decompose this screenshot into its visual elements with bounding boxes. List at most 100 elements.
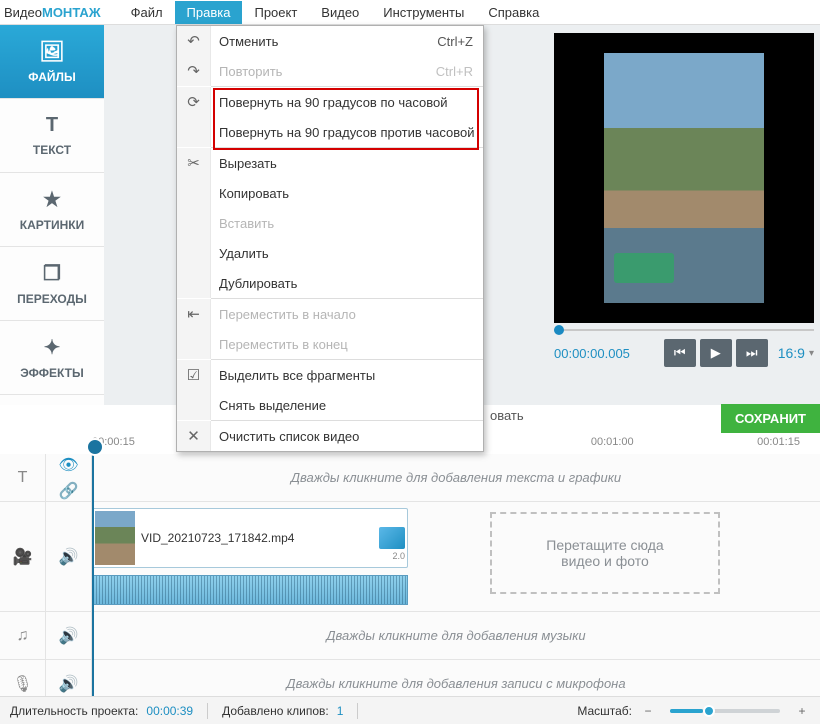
camera-icon: 🎥 <box>13 547 33 567</box>
menu-item-icon: ↷ <box>177 56 211 86</box>
sidebar-transitions[interactable]: ❐ ПЕРЕХОДЫ <box>0 247 104 321</box>
menu-item[interactable]: ✕ Очистить список видео <box>177 421 483 451</box>
next-button[interactable]: ⏭ <box>736 339 768 367</box>
timecode: 00:00:00.005 <box>554 346 630 361</box>
sidebar-effects[interactable]: ✦ ЭФФЕКТЫ <box>0 321 104 395</box>
menubar: ВидеоМОНТАЖ Файл Правка Проект Видео Инс… <box>0 0 820 25</box>
dropzone[interactable]: Перетащите сюда видео и фото <box>490 512 720 594</box>
speaker-icon[interactable]: 🔊 <box>59 626 79 646</box>
speaker-icon[interactable]: 🔊 <box>59 674 79 694</box>
content-area: 🖼 ФАЙЛЫ T ТЕКСТ ★ КАРТИНКИ ❐ ПЕРЕХОДЫ ✦ … <box>0 25 820 405</box>
sidebar-effects-label: ЭФФЕКТЫ <box>20 366 83 380</box>
menu-item-label: Вставить <box>211 216 483 231</box>
text-icon: T <box>46 114 58 137</box>
menu-item-label: Переместить в конец <box>211 337 483 352</box>
sidebar: 🖼 ФАЙЛЫ T ТЕКСТ ★ КАРТИНКИ ❐ ПЕРЕХОДЫ ✦ … <box>0 25 104 405</box>
menu-item-icon: ✂ <box>177 148 211 178</box>
menu-video[interactable]: Видео <box>309 1 371 24</box>
scrub-bar[interactable] <box>554 329 814 331</box>
sidebar-files[interactable]: 🖼 ФАЙЛЫ <box>0 25 104 99</box>
menu-item[interactable]: ⟳ Повернуть на 90 градусов по часовой <box>177 87 483 117</box>
timeline-music-track[interactable]: ♫ 🔊 Дважды кликните для добавления музык… <box>0 612 820 660</box>
wand-icon: ✦ <box>44 335 61 360</box>
aspect-ratio[interactable]: 16:9 <box>778 345 805 361</box>
menu-help[interactable]: Справка <box>476 1 551 24</box>
menu-file[interactable]: Файл <box>119 1 175 24</box>
menu-item-icon: ✕ <box>177 421 211 451</box>
dropzone-line1: Перетащите сюда <box>546 537 663 553</box>
timeline-video-track[interactable]: 🎥 🔊 VID_20210723_171842.mp4 Перетащите с… <box>0 502 820 612</box>
video-preview[interactable] <box>554 33 814 323</box>
menu-item[interactable]: Копировать <box>177 178 483 208</box>
menu-item-label: Удалить <box>211 246 483 261</box>
menu-item-label: Выделить все фрагменты <box>211 368 483 383</box>
menu-item-label: Повернуть на 90 градусов по часовой <box>211 95 483 110</box>
eye-icon[interactable]: 👁 <box>58 455 78 475</box>
menu-item-label: Дублировать <box>211 276 483 291</box>
sidebar-images[interactable]: ★ КАРТИНКИ <box>0 173 104 247</box>
menu-item[interactable]: Удалить <box>177 238 483 268</box>
link-icon[interactable]: 🔗 <box>59 481 79 501</box>
sidebar-text[interactable]: T ТЕКСТ <box>0 99 104 173</box>
dropzone-line2: видео и фото <box>561 553 649 569</box>
save-button[interactable]: СОХРАНИТ <box>721 404 820 433</box>
menu-item: ↷ Повторить Ctrl+R <box>177 56 483 86</box>
duration-value: 00:00:39 <box>146 704 193 718</box>
play-button[interactable]: ▶ <box>700 339 732 367</box>
edit-dropdown: ↶ Отменить Ctrl+Z ↷ Повторить Ctrl+R ⟳ П… <box>176 25 484 452</box>
clip-thumbnail <box>95 511 135 565</box>
player-controls: 00:00:00.005 ⏮ ▶ ⏭ 16:9 ▾ <box>554 339 814 367</box>
menu-project[interactable]: Проект <box>242 1 309 24</box>
ruler-tick: 00:01:15 <box>757 436 800 448</box>
ruler-tick: 00:01:00 <box>591 436 634 448</box>
prev-button[interactable]: ⏮ <box>664 339 696 367</box>
menu-shortcut: Ctrl+Z <box>423 34 483 49</box>
sidebar-files-label: ФАЙЛЫ <box>28 70 75 84</box>
copy-icon: ❐ <box>43 261 61 286</box>
video-clip[interactable]: VID_20210723_171842.mp4 <box>92 508 408 568</box>
menu-item-icon <box>177 329 211 359</box>
sidebar-images-label: КАРТИНКИ <box>20 218 84 232</box>
mic-icon: 🎙 <box>12 674 32 694</box>
menu-item: Переместить в конец <box>177 329 483 359</box>
menu-edit[interactable]: Правка <box>175 1 243 24</box>
menu-item[interactable]: Дублировать <box>177 268 483 298</box>
menu-item[interactable]: Снять выделение <box>177 390 483 420</box>
zoom-out-button[interactable]: − <box>640 704 656 718</box>
menu-item-label: Вырезать <box>211 156 483 171</box>
clip-filename: VID_20210723_171842.mp4 <box>141 531 294 545</box>
playhead[interactable] <box>92 448 94 696</box>
menu-item-label: Очистить список видео <box>211 429 483 444</box>
menu-item-icon <box>177 117 211 147</box>
sidebar-text-label: ТЕКСТ <box>33 143 71 157</box>
transition-icon[interactable] <box>379 527 405 549</box>
audio-waveform[interactable] <box>92 575 408 605</box>
timeline: T 👁🔗 Дважды кликните для добавления текс… <box>0 454 820 696</box>
menu-item[interactable]: Повернуть на 90 градусов против часовой <box>177 117 483 147</box>
text-track-hint: Дважды кликните для добавления текста и … <box>92 454 820 501</box>
menu-item-label: Отменить <box>211 34 423 49</box>
menu-tools[interactable]: Инструменты <box>371 1 476 24</box>
zoom-in-button[interactable]: + <box>794 704 810 718</box>
music-track-hint: Дважды кликните для добавления музыки <box>92 612 820 659</box>
menu-item-label: Копировать <box>211 186 483 201</box>
timeline-text-track[interactable]: T 👁🔗 Дважды кликните для добавления текс… <box>0 454 820 502</box>
menu-item-icon: ☑ <box>177 360 211 390</box>
menu-item[interactable]: ↶ Отменить Ctrl+Z <box>177 26 483 56</box>
zoom-handle[interactable] <box>703 705 715 717</box>
zoom-slider[interactable] <box>670 709 780 713</box>
duration-label: Длительность проекта: <box>10 704 138 718</box>
menu-item-label: Повернуть на 90 градусов против часовой <box>211 125 483 140</box>
menu-item-icon: ⇤ <box>177 299 211 329</box>
speaker-icon[interactable]: 🔊 <box>59 547 79 567</box>
menu-item-label: Переместить в начало <box>211 307 483 322</box>
app-title-b: МОНТАЖ <box>42 5 101 20</box>
app-title: ВидеоМОНТАЖ <box>4 5 101 20</box>
preview-frame <box>604 53 764 303</box>
chevron-down-icon[interactable]: ▾ <box>809 348 814 359</box>
menu-item[interactable]: ☑ Выделить все фрагменты <box>177 360 483 390</box>
menu-item[interactable]: ✂ Вырезать <box>177 148 483 178</box>
menu-item-label: Повторить <box>211 64 423 79</box>
menu-item-icon <box>177 268 211 298</box>
scrub-handle[interactable] <box>554 325 564 335</box>
